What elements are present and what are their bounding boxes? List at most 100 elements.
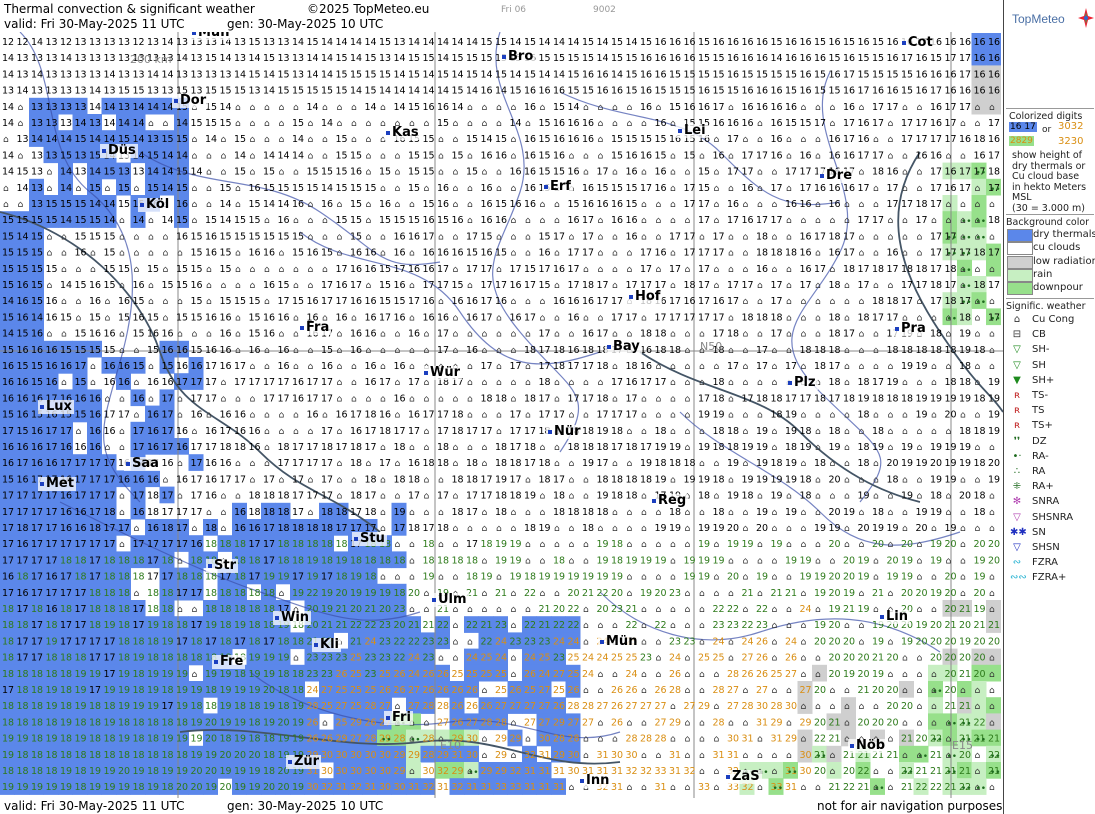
thermal-height-digit: 29 — [800, 717, 812, 728]
thermal-height-digit: 17 — [31, 555, 43, 566]
thermal-height-digit: 24 — [597, 653, 609, 664]
thermal-height-digit: 17 — [423, 231, 435, 242]
thermal-height-digit: 15 — [220, 118, 232, 129]
thermal-height-digit: 16 — [669, 37, 681, 48]
thermal-height-digit: 18 — [539, 377, 551, 388]
thermal-height-digit: 15 — [89, 231, 101, 242]
thermal-height-digit: 25 — [495, 669, 507, 680]
cu-cong-symbol: ⌂ — [279, 589, 285, 599]
cu-cong-symbol: ⌂ — [192, 330, 198, 340]
thermal-height-digit: 18 — [17, 685, 29, 696]
thermal-height-digit: 21 — [872, 588, 884, 599]
thermal-height-digit: 16 — [568, 167, 580, 178]
thermal-height-digit: 16 — [829, 199, 841, 210]
thermal-height-digit: 15 — [104, 345, 116, 356]
thermal-height-digit: 19 — [307, 572, 319, 583]
thermal-height-digit: 15 — [205, 215, 217, 226]
thermal-height-digit: 16 — [234, 523, 246, 534]
cu-cong-symbol: ⌂ — [409, 313, 415, 323]
cu-cong-symbol: ⌂ — [670, 184, 676, 194]
thermal-height-digit: 18 — [611, 426, 623, 437]
thermal-height-digit: 13 — [31, 53, 43, 64]
thermal-height-digit: 17 — [307, 491, 319, 502]
thermal-height-digit: 17 — [901, 118, 913, 129]
thermal-height-digit: 14 — [2, 167, 14, 178]
thermal-height-digit: 19 — [930, 539, 942, 550]
thermal-height-digit: 18 — [234, 588, 246, 599]
thermal-map[interactable]: 12 12 14 13 12 13 13 13 13 12 13 14 13 13 13 14 13 15 13 13… — [0, 32, 1003, 798]
thermal-height-digit: 28 — [437, 701, 449, 712]
thermal-height-digit: 19 — [278, 572, 290, 583]
cu-cong-symbol: ⌂ — [583, 751, 589, 761]
cu-cong-symbol: ⌂ — [511, 330, 517, 340]
thermal-height-digit: 18 — [104, 734, 116, 745]
cu-cong-symbol: ⌂ — [351, 103, 357, 113]
cu-cong-symbol: ⌂ — [844, 718, 850, 728]
thermal-height-digit: 32 — [321, 782, 333, 793]
thermal-height-digit: 16 — [133, 474, 145, 485]
thermal-height-digit: 16 — [336, 312, 348, 323]
city-name: Fri — [392, 710, 411, 725]
background-label: rain — [1033, 269, 1052, 280]
cu-cong-symbol: ⌂ — [206, 281, 212, 291]
thermal-height-digit: 24 — [408, 653, 420, 664]
thermal-height-digit: 24 — [785, 636, 797, 647]
thermal-height-digit: 17 — [104, 539, 116, 550]
cu-cong-symbol: ⌂ — [786, 686, 792, 696]
thermal-height-digit: 30 — [336, 766, 348, 777]
thermal-height-digit: 16 — [437, 199, 449, 210]
cu-cong-symbol: ⌂ — [235, 249, 241, 259]
thermal-height-digit: 16 — [17, 312, 29, 323]
thermal-height-digit: 13 — [46, 69, 58, 80]
cu-cong-symbol: ⌂ — [815, 443, 821, 453]
thermal-height-digit: 17 — [481, 426, 493, 437]
thermal-height-digit: 17 — [321, 572, 333, 583]
cu-cong-symbol: ⌂ — [873, 492, 879, 502]
cu-cong-symbol: ⌂ — [917, 168, 923, 178]
thermal-height-digit: 15 — [162, 280, 174, 291]
thermal-height-digit: 19 — [698, 474, 710, 485]
thermal-height-digit: 14 — [89, 199, 101, 210]
thermal-height-digit: 22 — [756, 604, 768, 615]
thermal-height-digit: 16 — [466, 345, 478, 356]
thermal-height-digit: 16 — [727, 37, 739, 48]
cu-cong-symbol: ⌂ — [395, 346, 401, 356]
thermal-height-digit: 20 — [974, 653, 986, 664]
thermal-height-digit: 16 — [481, 248, 493, 259]
thermal-height-digit: 20 — [263, 782, 275, 793]
thermal-height-digit: 17 — [17, 507, 29, 518]
city-marker — [902, 40, 906, 45]
thermal-height-digit: 17 — [220, 474, 232, 485]
thermal-height-digit: 17 — [843, 118, 855, 129]
thermal-height-digit: 14 — [2, 102, 14, 113]
thermal-height-digit: 16 — [365, 329, 377, 340]
thermal-height-digit: 15 — [655, 134, 667, 145]
cu-cong-symbol: ⌂ — [670, 394, 676, 404]
thermal-height-digit: 18 — [75, 653, 87, 664]
cu-cong-symbol: ⌂ — [844, 378, 850, 388]
thermal-height-digit: 17 — [742, 150, 754, 161]
thermal-height-digit: 23 — [379, 620, 391, 631]
thermal-height-digit: 20 — [988, 458, 1000, 469]
cu-cong-symbol: ⌂ — [888, 119, 894, 129]
thermal-height-digit: 17 — [394, 264, 406, 275]
thermal-height-digit: 15 — [365, 69, 377, 80]
cu-cong-symbol: ⌂ — [728, 249, 734, 259]
thermal-height-digit: 15 — [31, 361, 43, 372]
weather-symbol-icon: ʀ — [1010, 390, 1024, 401]
thermal-height-digit: 18 — [17, 717, 29, 728]
cu-cong-symbol: ⌂ — [525, 330, 531, 340]
thermal-height-digit: 16 — [655, 53, 667, 64]
background-swatch — [1007, 255, 1033, 269]
thermal-height-digit: 29 — [553, 717, 565, 728]
thermal-height-digit: 13 — [31, 86, 43, 97]
thermal-height-digit: 18 — [2, 620, 14, 631]
cu-cong-symbol: ⌂ — [670, 168, 676, 178]
thermal-height-digit: 12 — [60, 37, 72, 48]
thermal-height-digit: 16 — [843, 53, 855, 64]
cu-cong-symbol: ⌂ — [699, 362, 705, 372]
thermal-height-digit: 19 — [205, 750, 217, 761]
thermal-height-digit: 16 — [974, 53, 986, 64]
background-swatch — [1007, 268, 1033, 282]
city-label: Plz — [786, 376, 818, 390]
